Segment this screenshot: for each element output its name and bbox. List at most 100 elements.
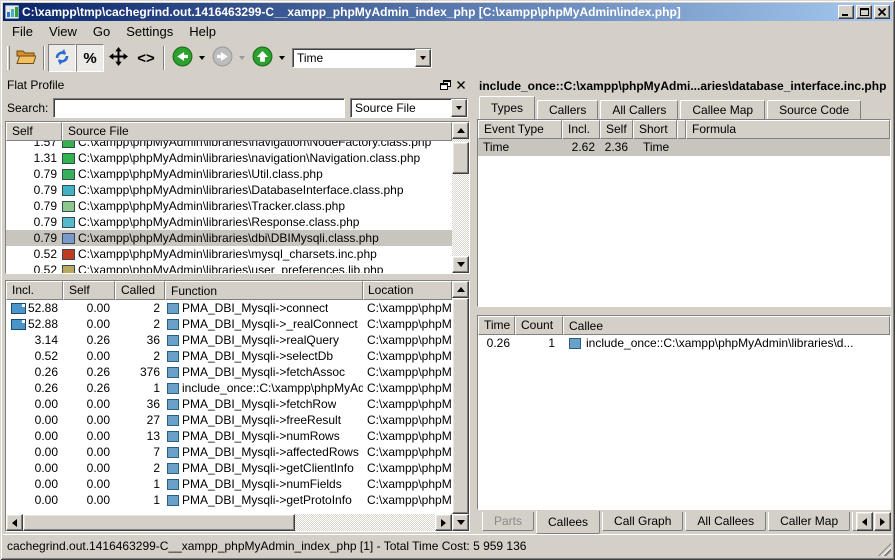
tab-scroll-left-button[interactable] — [856, 512, 873, 531]
scrollbar-thumb[interactable] — [23, 514, 295, 531]
menu-item[interactable]: Settings — [118, 22, 181, 41]
function-row[interactable]: 0.00 0.00 7 PMA_DBI_Mysqli->affectedRows… — [6, 444, 452, 460]
function-row[interactable]: 52.88 0.00 2 PMA_DBI_Mysqli->connect C:\… — [6, 300, 452, 316]
function-row[interactable]: 0.00 0.00 1 PMA_DBI_Mysqli->getProtoInfo… — [6, 492, 452, 508]
detail-tab[interactable]: Callers — [537, 100, 598, 119]
scroll-up-button[interactable] — [452, 122, 469, 139]
column-header-incl[interactable]: Incl. — [6, 281, 63, 300]
title-bar[interactable]: C:\xampp\tmp\cachegrind.out.1416463299-C… — [3, 3, 892, 21]
column-header-called[interactable]: Called — [115, 281, 165, 300]
combo-dropdown-button[interactable] — [415, 49, 431, 67]
source-file-path: C:\xampp\phpMyAdmin\libraries\dbi\DBIMys… — [78, 230, 452, 246]
called-count-cell: 2 — [115, 300, 165, 316]
column-header-spacer[interactable] — [677, 120, 686, 139]
column-header-self[interactable]: Self — [6, 122, 62, 141]
function-row[interactable]: 0.00 0.00 27 PMA_DBI_Mysqli->freeResult … — [6, 412, 452, 428]
detail-tab[interactable]: All Callers — [600, 100, 678, 119]
resize-grip[interactable] — [878, 543, 891, 556]
column-header-event-type[interactable]: Event Type — [478, 120, 562, 139]
menu-item[interactable]: Go — [85, 22, 118, 41]
column-header-self[interactable]: Self — [63, 281, 115, 300]
callee-row[interactable]: 0.26 1 include_once::C:\xampp\phpMyAdmin… — [478, 335, 890, 352]
detail-tab[interactable]: Types — [479, 96, 535, 119]
source-file-row[interactable]: 0.52 C:\xampp\phpMyAdmin\libraries\mysql… — [6, 246, 452, 262]
open-file-button[interactable] — [12, 44, 40, 72]
scrollbar-track[interactable] — [452, 139, 469, 256]
detail-tab[interactable]: Source Code — [767, 100, 861, 119]
scroll-right-button[interactable] — [435, 514, 452, 531]
source-file-row[interactable]: 0.79 C:\xampp\phpMyAdmin\libraries\Track… — [6, 198, 452, 214]
search-input[interactable] — [53, 98, 345, 118]
dock-title-bar[interactable]: Flat Profile — [3, 75, 472, 94]
cycle-detection-button[interactable] — [48, 44, 76, 72]
source-file-row[interactable]: 1.57 C:\xampp\phpMyAdmin\libraries\navig… — [6, 141, 452, 150]
event-type-select[interactable]: Time — [292, 48, 432, 68]
function-row[interactable]: 0.52 0.00 2 PMA_DBI_Mysqli->selectDb C:\… — [6, 348, 452, 364]
bottom-tab[interactable]: Parts — [482, 512, 534, 531]
column-header-time[interactable]: Time — [478, 316, 515, 335]
detail-tab[interactable]: Callee Map — [680, 100, 765, 119]
function-row[interactable]: 0.26 0.26 1 include_once::C:\xampp\phpMy… — [6, 380, 452, 396]
back-dropdown-button[interactable] — [196, 44, 208, 72]
bottom-tab[interactable]: Caller Map — [768, 512, 850, 531]
source-file-row[interactable]: 0.52 C:\xampp\phpMyAdmin\libraries\user_… — [6, 262, 452, 273]
source-file-row[interactable]: 0.79 C:\xampp\phpMyAdmin\libraries\Util.… — [6, 166, 452, 182]
bottom-tab[interactable]: Call Graph — [602, 512, 683, 531]
source-file-row[interactable]: 0.79 C:\xampp\phpMyAdmin\libraries\dbi\D… — [6, 230, 452, 246]
up-dropdown-button[interactable] — [276, 44, 288, 72]
function-list-scrollbar[interactable] — [452, 281, 469, 531]
column-header-incl[interactable]: Incl. — [562, 120, 600, 139]
event-type-row[interactable]: Time 2.62 2.36 Time — [478, 139, 890, 156]
scrollbar-thumb[interactable] — [452, 298, 469, 514]
column-header-function[interactable]: Function — [165, 281, 363, 300]
tab-scroll-right-button[interactable] — [874, 512, 891, 531]
source-list-scrollbar[interactable] — [452, 122, 469, 273]
close-dock-button[interactable] — [453, 78, 468, 92]
source-file-row[interactable]: 0.79 C:\xampp\phpMyAdmin\libraries\Respo… — [6, 214, 452, 230]
function-row[interactable]: 0.26 0.26 376 PMA_DBI_Mysqli->fetchAssoc… — [6, 364, 452, 380]
shorten-templates-button[interactable]: <> — [132, 44, 160, 72]
expand-areas-button[interactable] — [104, 44, 132, 72]
function-row[interactable]: 3.14 0.26 36 PMA_DBI_Mysqli->realQuery C… — [6, 332, 452, 348]
column-header-formula[interactable]: Formula — [686, 120, 890, 139]
called-count-cell: 1 — [115, 492, 165, 508]
bottom-tab[interactable]: All Callees — [685, 512, 766, 531]
scroll-up-button[interactable] — [452, 281, 469, 298]
menu-item[interactable]: Help — [181, 22, 224, 41]
function-name: include_once::C:\xampp\phpMyAd... — [182, 380, 363, 396]
bottom-tab[interactable]: Callees — [536, 511, 600, 534]
menu-item[interactable]: View — [41, 22, 85, 41]
column-header-location[interactable]: Location — [363, 281, 452, 300]
scroll-left-button[interactable] — [6, 514, 23, 531]
function-row[interactable]: 0.00 0.00 1 PMA_DBI_Mysqli->numFields C:… — [6, 476, 452, 492]
function-row[interactable]: 0.00 0.00 36 PMA_DBI_Mysqli->fetchRow C:… — [6, 396, 452, 412]
group-by-select[interactable]: Source File — [350, 98, 468, 118]
column-header-source-file[interactable]: Source File — [62, 122, 452, 141]
float-dock-button[interactable] — [438, 78, 453, 92]
scroll-down-button[interactable] — [452, 256, 469, 273]
percentage-toggle-button[interactable]: % — [76, 44, 104, 72]
up-button[interactable] — [248, 44, 276, 72]
scrollbar-track[interactable] — [452, 298, 469, 514]
maximize-button[interactable] — [856, 5, 872, 19]
scrollbar-track[interactable] — [23, 514, 435, 531]
back-button[interactable] — [168, 44, 196, 72]
close-button[interactable] — [874, 5, 890, 19]
function-list-hscrollbar[interactable] — [6, 514, 452, 531]
column-header-self[interactable]: Self — [600, 120, 633, 139]
function-row[interactable]: 52.88 0.00 2 PMA_DBI_Mysqli->_realConnec… — [6, 316, 452, 332]
function-row[interactable]: 0.00 0.00 13 PMA_DBI_Mysqli->numRows C:\… — [6, 428, 452, 444]
scroll-down-button[interactable] — [452, 514, 469, 531]
source-file-row[interactable]: 0.79 C:\xampp\phpMyAdmin\libraries\Datab… — [6, 182, 452, 198]
function-row[interactable]: 0.00 0.00 2 PMA_DBI_Mysqli->getClientInf… — [6, 460, 452, 476]
toolbar-handle[interactable] — [7, 46, 10, 70]
menu-item[interactable]: File — [4, 22, 41, 41]
scrollbar-thumb[interactable] — [452, 142, 469, 174]
combo-dropdown-button[interactable] — [451, 99, 467, 117]
minimize-button[interactable] — [838, 5, 854, 19]
column-header-short[interactable]: Short — [633, 120, 677, 139]
column-header-count[interactable]: Count — [515, 316, 563, 335]
source-file-row[interactable]: 1.31 C:\xampp\phpMyAdmin\libraries\navig… — [6, 150, 452, 166]
panel-splitter[interactable] — [476, 307, 892, 315]
column-header-callee[interactable]: Callee — [563, 316, 890, 335]
